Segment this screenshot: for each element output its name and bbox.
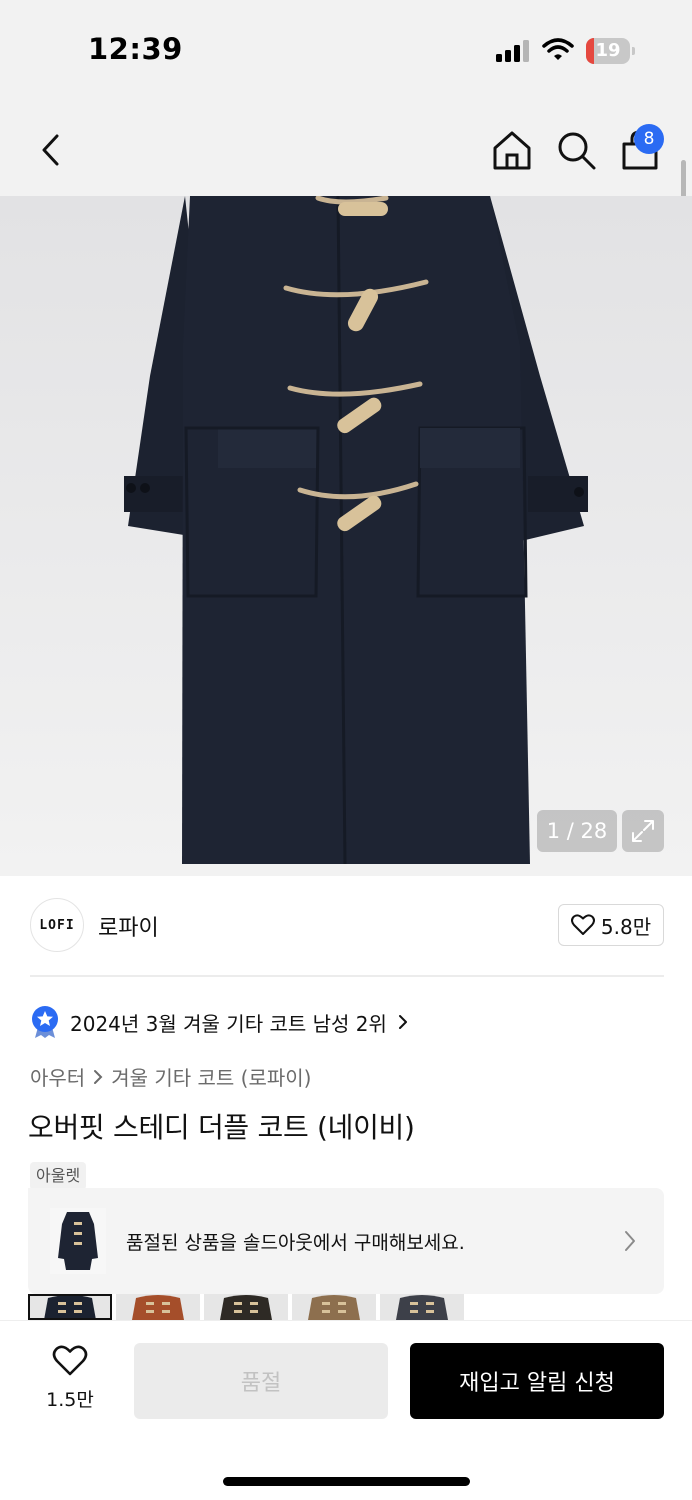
color-swatch[interactable] — [28, 1294, 112, 1320]
image-counter: 1 / 28 — [537, 810, 617, 852]
brand-like-button[interactable]: 5.8만 — [558, 904, 664, 946]
color-swatch[interactable] — [292, 1294, 376, 1320]
cart-count-badge: 8 — [634, 124, 664, 154]
star-badge-icon — [32, 1006, 58, 1038]
color-swatches — [28, 1294, 468, 1320]
wishlist-button[interactable]: 1.5만 — [30, 1345, 110, 1425]
home-icon[interactable] — [490, 128, 534, 172]
ranking-link[interactable]: 2024년 3월 겨울 기타 코트 남성 2위 — [30, 1004, 409, 1040]
nav-bar — [0, 100, 692, 196]
breadcrumb: 아우터 겨울 기타 코트 (로파이) — [30, 1062, 311, 1091]
expand-icon — [632, 820, 654, 842]
sold-out-button: 품절 — [134, 1343, 388, 1419]
brand-row[interactable]: LOFI 로파이 5.8만 — [0, 876, 692, 976]
outlet-thumbnail — [50, 1208, 106, 1274]
heart-icon — [570, 914, 595, 935]
cellular-signal-icon — [496, 40, 529, 62]
duffle-coat-illustration — [0, 196, 692, 876]
wishlist-count: 1.5만 — [46, 1389, 94, 1411]
product-title: 오버핏 스테디 더플 코트 (네이비) — [28, 1111, 415, 1144]
expand-image-button[interactable] — [622, 810, 664, 852]
color-swatch[interactable] — [204, 1294, 288, 1320]
chevron-left-icon — [42, 134, 59, 166]
color-swatch[interactable] — [380, 1294, 464, 1320]
battery-icon: 19 — [586, 38, 635, 64]
product-image[interactable] — [0, 196, 692, 876]
status-time: 12:39 — [88, 32, 183, 66]
divider — [30, 975, 664, 977]
breadcrumb-item-outer[interactable]: 아우터 — [30, 1062, 85, 1091]
brand-like-count: 5.8만 — [600, 914, 652, 939]
status-bar: 12:39 19 — [0, 0, 692, 100]
restock-alert-button[interactable]: 재입고 알림 신청 — [410, 1343, 664, 1419]
heart-icon — [52, 1345, 88, 1376]
search-icon[interactable] — [554, 128, 598, 172]
ranking-text: 2024년 3월 겨울 기타 코트 남성 2위 — [70, 1011, 387, 1036]
battery-level: 19 — [595, 40, 621, 61]
brand-logo[interactable]: LOFI — [30, 898, 84, 952]
color-swatch[interactable] — [116, 1294, 200, 1320]
back-button[interactable] — [30, 128, 70, 172]
bottom-bar: 1.5만 품절 재입고 알림 신청 — [0, 1320, 692, 1500]
outlet-message: 품절된 상품을 솔드아웃에서 구매해보세요. — [126, 1232, 465, 1254]
outlet-banner[interactable]: 품절된 상품을 솔드아웃에서 구매해보세요. — [28, 1188, 664, 1294]
breadcrumb-item-category[interactable]: 겨울 기타 코트 (로파이) — [111, 1062, 311, 1091]
chevron-right-icon — [94, 1069, 103, 1084]
wifi-icon — [542, 38, 574, 60]
home-indicator — [223, 1477, 470, 1486]
outlet-tag: 아울렛 — [30, 1162, 87, 1190]
brand-name[interactable]: 로파이 — [98, 910, 159, 942]
chevron-right-icon — [398, 1015, 407, 1029]
chevron-right-icon — [625, 1231, 635, 1251]
